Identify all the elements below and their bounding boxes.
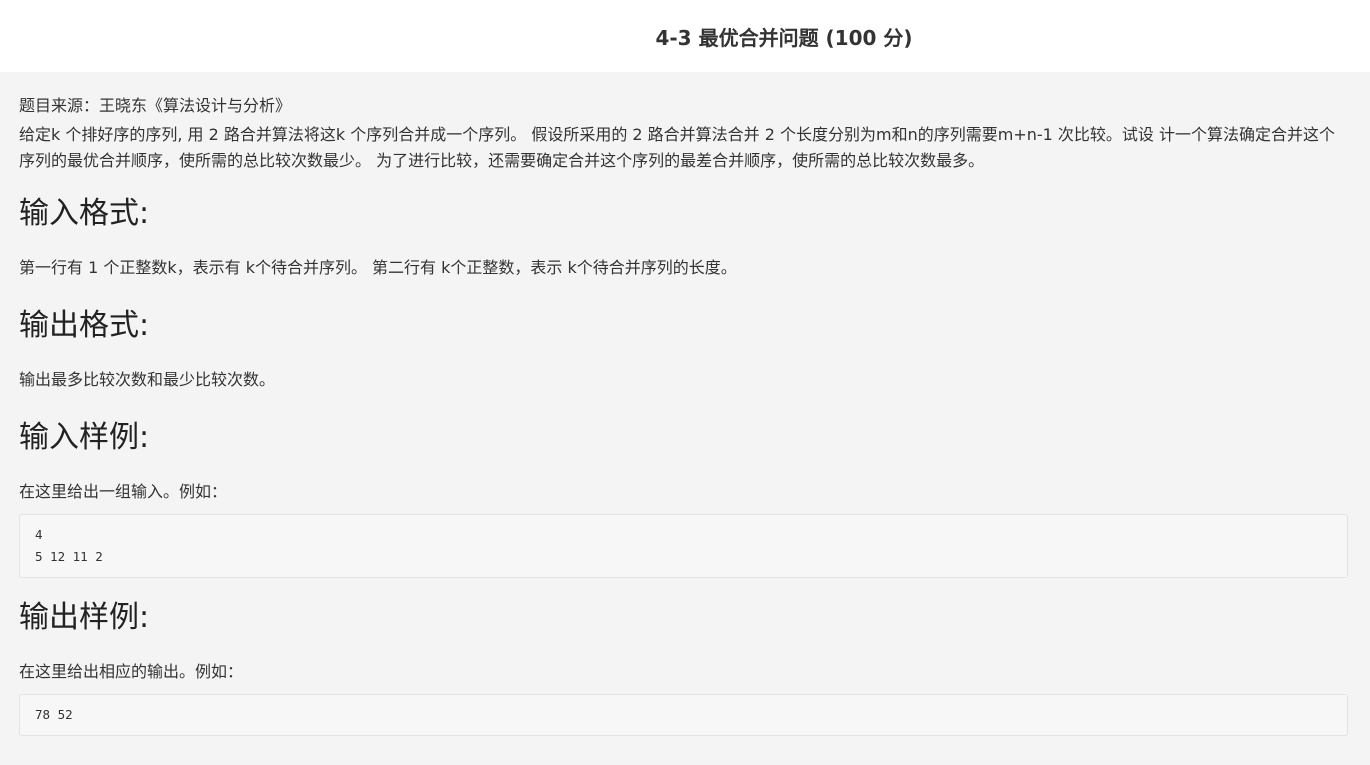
input-format-text: 第一行有 1 个正整数k，表示有 k个待合并序列。 第二行有 k个正整数，表示 … (19, 258, 737, 277)
input-format-heading: 输入格式: (19, 196, 150, 231)
problem-title: 4-3 最优合并问题 (100 分) (655, 26, 913, 50)
problem-content: 题目来源：王晓东《算法设计与分析》 给定k 个排好序的序列, 用 2 路合并算法… (19, 72, 1348, 736)
sample-output-intro: 在这里给出相应的输出。例如： (19, 662, 244, 681)
sample-input-intro: 在这里给出一组输入。例如： (19, 482, 228, 501)
output-format-text: 输出最多比较次数和最少比较次数。 (19, 370, 276, 389)
sample-output-heading: 输出样例: (19, 600, 150, 635)
page-header: 4-3 最优合并问题 (100 分) (0, 0, 1370, 72)
problem-source: 题目来源：王晓东《算法设计与分析》 (19, 96, 292, 115)
sample-input-code[interactable]: 4 5 12 11 2 (19, 514, 1348, 578)
output-format-heading: 输出格式: (19, 308, 150, 343)
sample-input-heading: 输入样例: (19, 420, 150, 455)
sample-output-code[interactable]: 78 52 (19, 694, 1348, 736)
problem-description: 给定k 个排好序的序列, 用 2 路合并算法将这k 个序列合并成一个序列。 假设… (19, 125, 1336, 170)
